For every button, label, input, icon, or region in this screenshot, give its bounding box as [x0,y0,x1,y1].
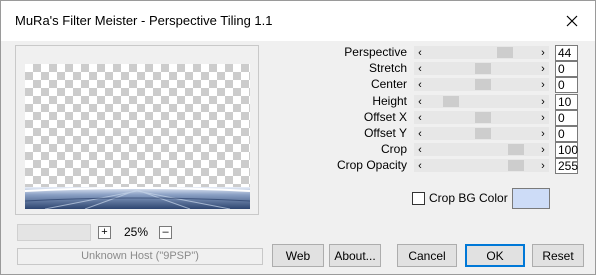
zoom-out-button[interactable]: – [159,226,172,239]
crop-bg-label: Crop BG Color [429,191,508,205]
preview-scrollbar[interactable] [17,224,91,241]
preview-image[interactable] [25,64,250,209]
host-status: Unknown Host ("9PSP") [17,248,263,265]
center-value-field[interactable]: 0 [555,77,578,93]
offset-x-value-field[interactable]: 0 [555,110,578,126]
chevron-right-icon[interactable]: › [537,78,549,91]
cancel-button-label: Cancel [408,248,446,263]
crop-opacity-label: Crop Opacity [336,158,407,172]
chevron-left-icon[interactable]: ‹ [414,127,426,140]
chevron-left-icon[interactable]: ‹ [414,111,426,124]
stretch-slider[interactable]: ‹ › [414,62,549,75]
stretch-value-field[interactable]: 0 [555,61,578,77]
offset-y-label: Offset Y [364,126,407,140]
offset-y-value-field[interactable]: 0 [555,126,578,142]
chevron-right-icon[interactable]: › [537,159,549,172]
crop-opacity-slider-thumb[interactable] [508,160,524,171]
ok-button-label: OK [486,248,504,263]
about-button[interactable]: About... [329,244,381,267]
height-label: Height [372,94,407,108]
crop-bg-checkbox[interactable] [412,191,425,205]
chevron-right-icon[interactable]: › [537,143,549,156]
close-icon [566,15,578,27]
crop-bg-color-swatch[interactable] [512,188,550,209]
chevron-right-icon[interactable]: › [537,111,549,124]
chevron-left-icon[interactable]: ‹ [414,143,426,156]
reset-button[interactable]: Reset [532,244,584,267]
chevron-right-icon[interactable]: › [537,95,549,108]
web-button[interactable]: Web [272,244,324,267]
offset-y-slider-thumb[interactable] [475,128,491,139]
height-value-field[interactable]: 10 [555,94,578,110]
offset-x-label: Offset X [363,110,407,124]
offset-y-slider[interactable]: ‹ › [414,127,549,140]
chevron-left-icon[interactable]: ‹ [414,46,426,59]
center-slider-thumb[interactable] [475,79,491,90]
zoom-level: 25% [123,225,149,239]
height-slider-thumb[interactable] [443,96,459,107]
preview-panel [15,45,259,215]
cancel-button[interactable]: Cancel [397,244,457,267]
close-button[interactable] [549,1,595,41]
zoom-in-button[interactable]: + [98,226,111,239]
web-button-label: Web [285,248,311,263]
perspective-slider[interactable]: ‹ › [414,46,549,59]
reset-button-label: Reset [542,248,574,263]
crop-opacity-value-field[interactable]: 255 [555,158,578,174]
perspective-value-field[interactable]: 44 [555,45,578,61]
filter-dialog: MuRa's Filter Meister - Perspective Tili… [0,0,596,275]
chevron-right-icon[interactable]: › [537,62,549,75]
center-label: Center [370,77,407,91]
chevron-right-icon[interactable]: › [537,127,549,140]
perspective-floor-image [25,187,250,209]
center-slider[interactable]: ‹ › [414,78,549,91]
perspective-slider-thumb[interactable] [497,47,513,58]
about-button-label: About... [334,248,376,263]
offset-x-slider-thumb[interactable] [475,112,491,123]
height-slider[interactable]: ‹ › [414,95,549,108]
chevron-left-icon[interactable]: ‹ [414,62,426,75]
dialog-body: + 25% – Unknown Host ("9PSP") Perspectiv… [1,41,595,274]
crop-bg-toggle[interactable]: Crop BG Color [412,191,508,205]
title-bar: MuRa's Filter Meister - Perspective Tili… [1,1,595,41]
crop-value-field[interactable]: 100 [555,142,578,158]
crop-slider[interactable]: ‹ › [414,143,549,156]
stretch-slider-thumb[interactable] [475,63,491,74]
stretch-label: Stretch [368,61,407,75]
crop-label: Crop [380,142,407,156]
chevron-left-icon[interactable]: ‹ [414,78,426,91]
perspective-label: Perspective [344,45,407,59]
chevron-left-icon[interactable]: ‹ [414,159,426,172]
crop-opacity-slider[interactable]: ‹ › [414,159,549,172]
ok-button[interactable]: OK [465,244,525,267]
crop-slider-thumb[interactable] [508,144,524,155]
window-title: MuRa's Filter Meister - Perspective Tili… [15,13,273,28]
chevron-right-icon[interactable]: › [537,46,549,59]
offset-x-slider[interactable]: ‹ › [414,111,549,124]
chevron-left-icon[interactable]: ‹ [414,95,426,108]
